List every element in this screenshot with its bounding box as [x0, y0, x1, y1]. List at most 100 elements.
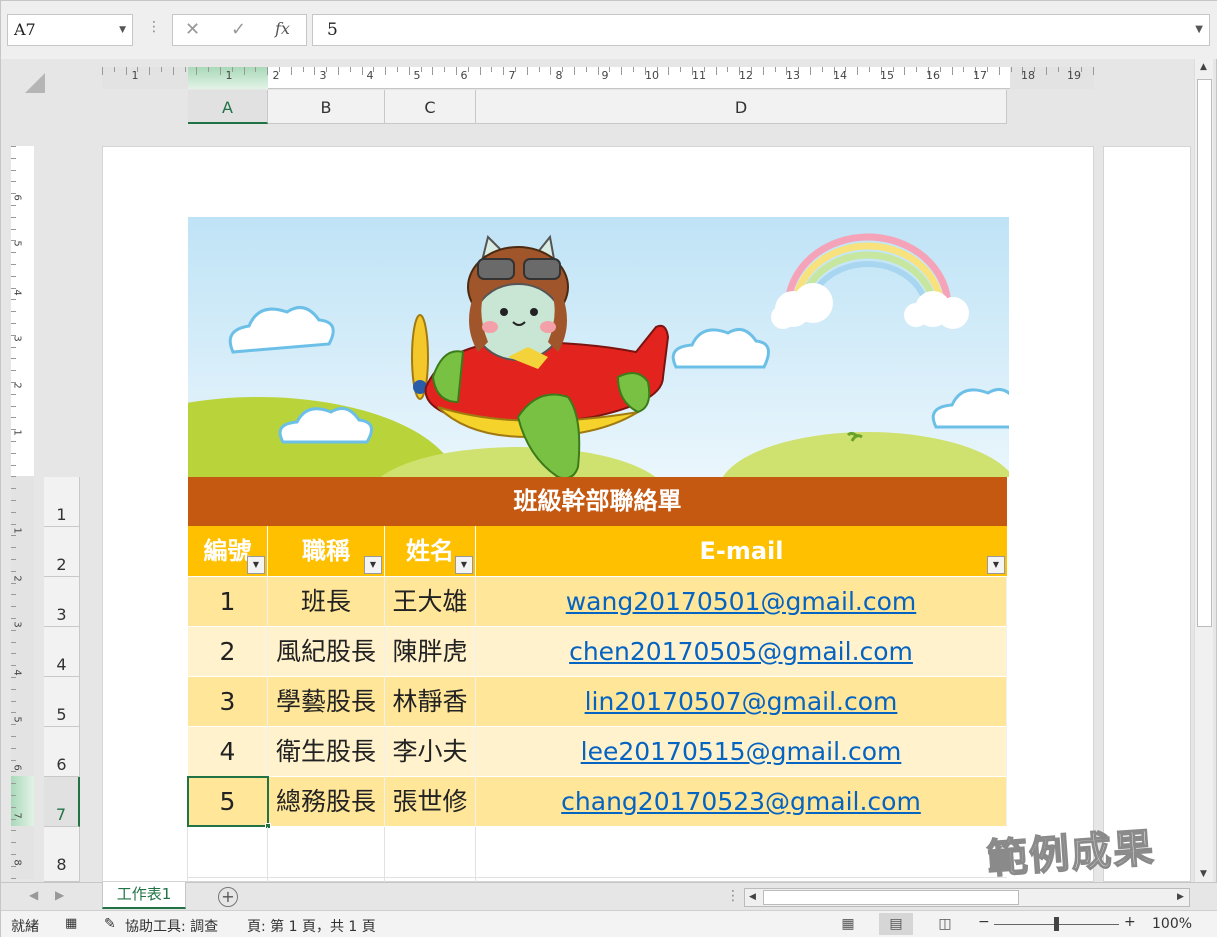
- select-all-corner[interactable]: [25, 73, 45, 93]
- name-box[interactable]: A7 ▼: [7, 14, 133, 46]
- row-header-1[interactable]: 1: [44, 477, 80, 527]
- filter-dropdown-icon[interactable]: ▼: [455, 556, 473, 574]
- cell-number[interactable]: 4: [188, 727, 268, 777]
- header-cell-name[interactable]: 姓名 ▼: [385, 526, 476, 576]
- split-grip-icon[interactable]: ⋮: [726, 888, 740, 904]
- ruler-number: 5: [11, 716, 23, 723]
- expand-formula-icon[interactable]: ▼: [1195, 15, 1203, 45]
- column-header-c[interactable]: C: [385, 90, 476, 124]
- horizontal-ruler: 1 1 2 3 4 5 6 7 8 9 10 11 12 13 14 15 16 17 18 19: [102, 67, 1095, 89]
- vertical-ruler: 6 5 4 3 2 1 1 2 3 4 5 6 7 8: [11, 146, 34, 879]
- page-info: 頁: 第 1 頁，共 1 頁: [247, 919, 376, 935]
- horizontal-scrollbar[interactable]: ◀ ▶: [744, 888, 1190, 907]
- column-header-b[interactable]: B: [268, 90, 385, 124]
- formula-input[interactable]: 5 ▼: [312, 14, 1210, 46]
- ruler-number: 3: [319, 69, 327, 82]
- scroll-up-icon[interactable]: ▲: [1200, 62, 1207, 72]
- row-header-8[interactable]: 8: [44, 827, 80, 882]
- add-sheet-icon[interactable]: +: [218, 887, 238, 907]
- ruler-number: 7: [11, 812, 23, 819]
- ruler-number: 1: [11, 527, 23, 534]
- scroll-down-icon[interactable]: ▼: [1200, 869, 1207, 879]
- ruler-number: 4: [11, 289, 23, 296]
- cell-role[interactable]: 衛生股長: [268, 727, 385, 777]
- ruler-number: 10: [645, 69, 659, 82]
- ruler-number: 16: [926, 69, 940, 82]
- cell-name[interactable]: 陳胖虎: [385, 627, 476, 677]
- row-header-3[interactable]: 3: [44, 577, 80, 627]
- cell-email-link[interactable]: chang20170523@gmail.com: [476, 777, 1007, 827]
- cell-role[interactable]: 總務股長: [268, 777, 385, 827]
- filter-dropdown-icon[interactable]: ▼: [247, 556, 265, 574]
- ruler-number: 14: [833, 69, 847, 82]
- tab-scroll-right-icon[interactable]: ▶: [55, 888, 64, 902]
- zoom-in-button[interactable]: +: [1124, 914, 1136, 930]
- status-bar: 就緒 ▦ ✎ 協助工具: 調查 頁: 第 1 頁，共 1 頁 ▦ ▤ ◫ − +…: [1, 910, 1217, 937]
- header-cell-number[interactable]: 編號 ▼: [188, 526, 268, 576]
- header-cell-email[interactable]: E-mail ▼: [476, 526, 1007, 576]
- zoom-level[interactable]: 100%: [1152, 916, 1192, 932]
- cell-name[interactable]: 李小夫: [385, 727, 476, 777]
- vertical-scrollbar[interactable]: ▲ ▼: [1194, 59, 1213, 884]
- accessibility-icon[interactable]: ✎: [104, 916, 116, 932]
- scroll-left-icon[interactable]: ◀: [749, 892, 756, 902]
- row-header-2[interactable]: 2: [44, 527, 80, 577]
- cell-name[interactable]: 王大雄: [385, 577, 476, 627]
- cell-number[interactable]: 1: [188, 577, 268, 627]
- row-header-6[interactable]: 6: [44, 727, 80, 777]
- normal-view-icon[interactable]: ▦: [831, 913, 865, 935]
- ruler-number: 3: [11, 621, 23, 628]
- zoom-out-button[interactable]: −: [978, 914, 990, 930]
- ruler-number: 2: [272, 69, 280, 82]
- cell-email-link[interactable]: lin20170507@gmail.com: [476, 677, 1007, 727]
- ruler-number: 1: [225, 69, 233, 82]
- accessibility-status[interactable]: 協助工具: 調查: [125, 916, 218, 936]
- sheet-tab-1[interactable]: 工作表1: [102, 882, 186, 909]
- filter-dropdown-icon[interactable]: ▼: [364, 556, 382, 574]
- ruler-number: 18: [1021, 69, 1035, 82]
- sheet-title[interactable]: 班級幹部聯絡單: [188, 477, 1007, 526]
- cell-role[interactable]: 班長: [268, 577, 385, 627]
- tab-scroll-left-icon[interactable]: ◀: [29, 888, 38, 902]
- ruler-number: 4: [11, 669, 23, 676]
- cell-number[interactable]: 2: [188, 627, 268, 677]
- ruler-number: 8: [555, 69, 563, 82]
- macro-record-icon[interactable]: ▦: [65, 916, 77, 931]
- cell-email-link[interactable]: chen20170505@gmail.com: [476, 627, 1007, 677]
- function-icon[interactable]: fx: [275, 19, 290, 38]
- cell-role[interactable]: 風紀股長: [268, 627, 385, 677]
- vertical-scroll-thumb[interactable]: [1197, 79, 1212, 627]
- filter-dropdown-icon[interactable]: ▼: [987, 556, 1005, 574]
- row-header-5[interactable]: 5: [44, 677, 80, 727]
- scroll-right-icon[interactable]: ▶: [1177, 892, 1184, 902]
- banner-picture[interactable]: [188, 217, 1009, 477]
- ruler-number: 19: [1067, 69, 1081, 82]
- check-icon[interactable]: ✓: [231, 19, 246, 40]
- cancel-icon[interactable]: ✕: [185, 19, 200, 40]
- ruler-number: 7: [508, 69, 516, 82]
- row-header-7[interactable]: 7: [44, 777, 80, 827]
- header-cell-role[interactable]: 職稱 ▼: [268, 526, 385, 576]
- fill-handle[interactable]: [265, 823, 271, 829]
- cell-name[interactable]: 張世修: [385, 777, 476, 827]
- cell-role[interactable]: 學藝股長: [268, 677, 385, 727]
- ruler-number: 6: [11, 764, 23, 771]
- cell-number[interactable]: 3: [188, 677, 268, 727]
- active-cell-selection[interactable]: [187, 776, 271, 829]
- horizontal-scroll-thumb[interactable]: [763, 890, 1019, 905]
- page-break-icon[interactable]: ◫: [928, 913, 962, 935]
- page-layout-icon[interactable]: ▤: [879, 913, 913, 935]
- cell-email-link[interactable]: lee20170515@gmail.com: [476, 727, 1007, 777]
- ruler-number: 4: [366, 69, 374, 82]
- cell-name[interactable]: 林靜香: [385, 677, 476, 727]
- chevron-down-icon[interactable]: ▼: [119, 15, 126, 45]
- column-header-d[interactable]: D: [476, 90, 1007, 124]
- row-header-4[interactable]: 4: [44, 627, 80, 677]
- zoom-slider-knob[interactable]: [1054, 917, 1059, 931]
- column-header-a[interactable]: A: [188, 90, 268, 124]
- ruler-number: 17: [973, 69, 987, 82]
- cell-email-link[interactable]: wang20170501@gmail.com: [476, 577, 1007, 627]
- ruler-number: 1: [11, 429, 23, 436]
- ruler-number: 12: [739, 69, 753, 82]
- sheet-tab-bar: ◀ ▶ 工作表1 + ⋮ ◀ ▶: [1, 882, 1217, 910]
